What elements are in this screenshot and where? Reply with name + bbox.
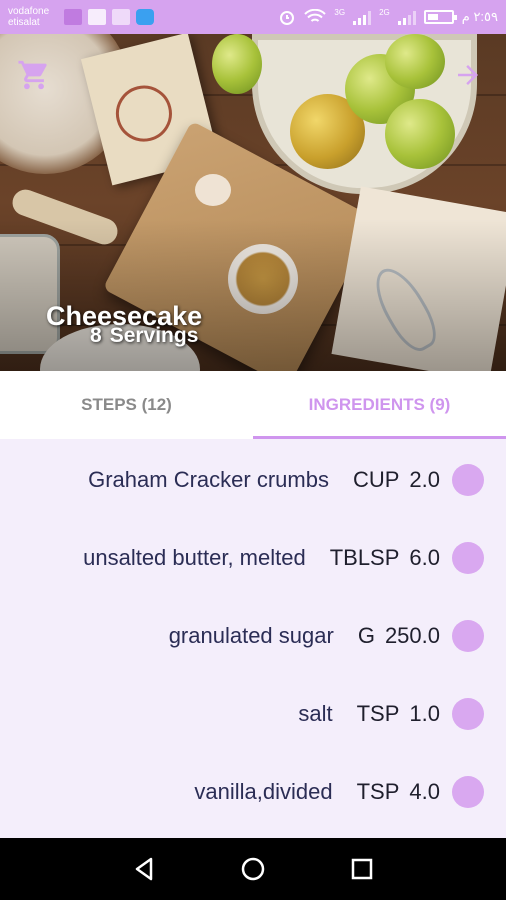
ingredient-unit: TSP (356, 779, 400, 804)
ingredients-list: Graham Cracker crumbs CUP 2.0 unsalted b… (0, 441, 506, 831)
list-item[interactable]: salt TSP 1.0 (0, 675, 506, 753)
ingredient-check-toggle[interactable] (452, 776, 484, 808)
arrow-forward-icon[interactable] (452, 60, 484, 90)
ingredient-unit: TBLSP (329, 545, 400, 570)
servings-count: 8 (90, 324, 102, 347)
tab-steps[interactable]: STEPS (12) (0, 371, 253, 439)
ingredient-quantity: 1.0 (409, 701, 440, 726)
system-nav-bar (0, 838, 506, 900)
qr-notification-icon (112, 9, 130, 25)
list-item[interactable]: vanilla,divided TSP 4.0 (0, 753, 506, 831)
ingredient-name: granulated sugar (168, 623, 334, 648)
signal-icon-2 (397, 9, 416, 25)
list-item[interactable]: unsalted butter, melted TBLSP 6.0 (0, 519, 506, 597)
list-item[interactable]: granulated sugar G 250.0 (0, 597, 506, 675)
triangle-back-icon[interactable] (130, 855, 158, 883)
ingredient-name: salt (298, 701, 333, 726)
ingredient-check-toggle[interactable] (452, 698, 484, 730)
ingredient-unit: G (357, 623, 375, 648)
ingredient-check-toggle[interactable] (452, 542, 484, 574)
network-type-2: 2G (379, 8, 390, 17)
recipe-hero-image: Cheesecake 8 Servings (0, 34, 506, 371)
servings-label: Servings (109, 324, 199, 347)
notification-icons (64, 9, 154, 25)
ingredient-name: unsalted butter, melted (83, 545, 306, 570)
tab-ingredients[interactable]: INGREDIENTS (9) (253, 371, 506, 439)
list-item[interactable]: Graham Cracker crumbs CUP 2.0 (0, 441, 506, 519)
gallery-notification-icon (88, 9, 106, 25)
photo-notification-icon (64, 9, 82, 25)
ingredient-unit: TSP (356, 701, 400, 726)
clock: ٢:٥٩ م (461, 9, 498, 24)
ingredient-quantity: 2.0 (409, 467, 440, 492)
ingredient-quantity: 250.0 (384, 623, 440, 648)
square-recents-icon[interactable] (348, 855, 376, 883)
circle-home-icon[interactable] (239, 855, 267, 883)
tab-bar: STEPS (12) INGREDIENTS (9) (0, 371, 506, 439)
signal-icon-1 (353, 9, 372, 25)
ingredient-name: vanilla,divided (194, 779, 333, 804)
alarm-icon (280, 11, 295, 25)
carrier-info: vodafone etisalat (8, 6, 60, 28)
battery-icon (423, 10, 457, 24)
status-bar: vodafone etisalat 3G 2G ٢:٥٩ م (0, 0, 506, 34)
ingredient-name: Graham Cracker crumbs (88, 467, 329, 492)
carrier-line-2: etisalat (8, 17, 40, 28)
ingredient-check-toggle[interactable] (452, 464, 484, 496)
network-type-1: 3G (334, 8, 346, 17)
carrier-line-1: vodafone (8, 6, 50, 17)
ingredient-quantity: 4.0 (409, 779, 440, 804)
servings-info: 8 Servings (90, 324, 198, 348)
ingredient-quantity: 6.0 (409, 545, 440, 570)
shopping-cart-icon[interactable] (16, 58, 52, 92)
ingredient-unit: CUP (352, 467, 400, 492)
wifi-icon (304, 9, 327, 22)
ingredient-check-toggle[interactable] (452, 620, 484, 652)
status-right: 3G 2G ٢:٥٩ م (278, 8, 498, 26)
messenger-notification-icon (136, 9, 154, 25)
